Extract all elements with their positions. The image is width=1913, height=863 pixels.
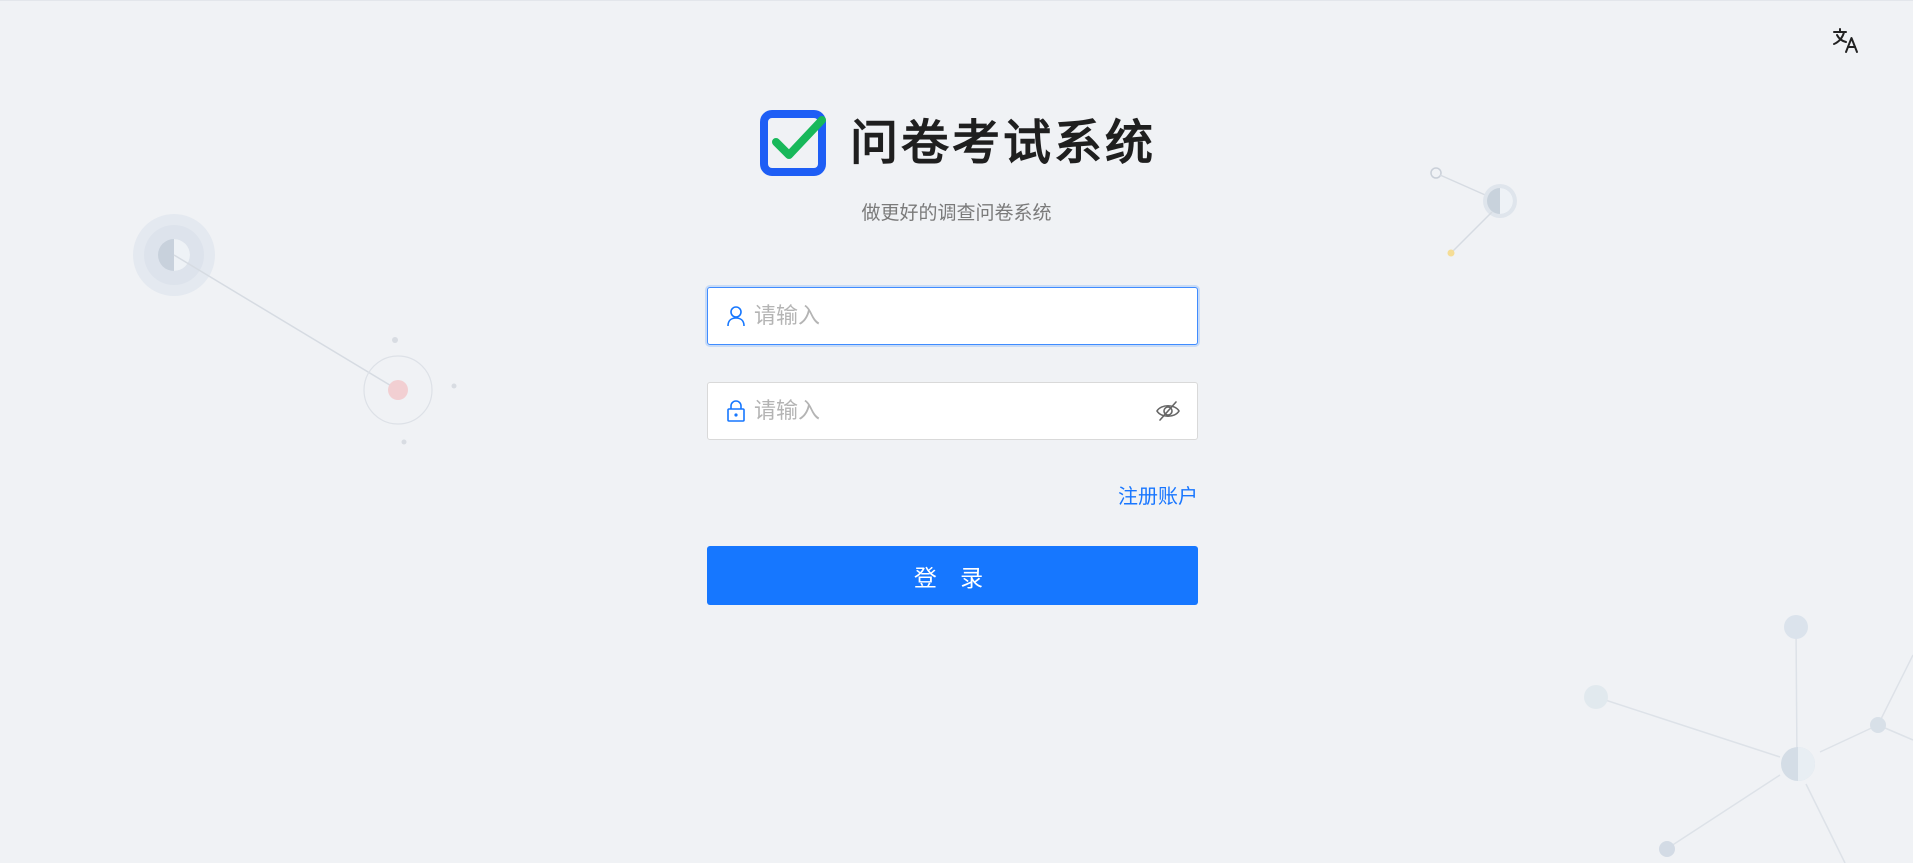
checkbox-logo-icon <box>760 110 826 176</box>
app-title: 问卷考试系统 <box>850 115 1157 171</box>
username-field[interactable] <box>707 287 1198 345</box>
register-account-link[interactable]: 注册账户 <box>1080 480 1198 509</box>
lock-icon <box>727 400 745 422</box>
username-input[interactable] <box>754 288 1197 344</box>
app-subtitle: 做更好的调查问卷系统 <box>861 202 1052 224</box>
brand-header: 问卷考试系统 <box>760 110 1156 176</box>
eye-off-icon[interactable] <box>1155 398 1181 424</box>
language-switch-button[interactable] <box>1830 24 1862 56</box>
login-button[interactable]: 登 录 <box>707 546 1198 605</box>
user-icon <box>727 306 745 327</box>
translate-icon <box>1833 28 1858 53</box>
password-input[interactable] <box>754 383 1155 439</box>
password-field[interactable] <box>707 382 1198 440</box>
